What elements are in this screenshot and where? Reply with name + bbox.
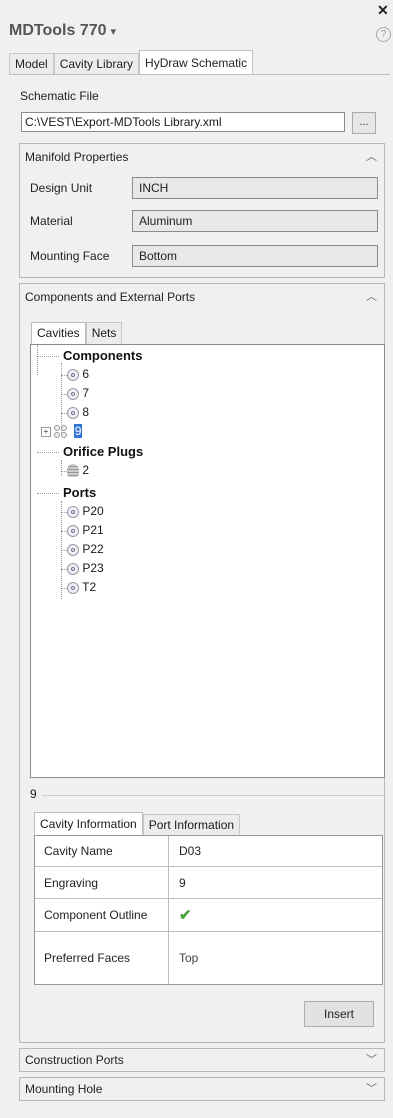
schematic-path-field[interactable]: C:\VEST\Export-MDTools Library.xml — [21, 112, 345, 132]
grid-row: Preferred Faces Top — [35, 932, 382, 984]
construction-ports-panel[interactable]: Construction Ports ﹀ — [19, 1048, 385, 1072]
mounting-hole-header[interactable]: Mounting Hole ﹀ — [20, 1078, 384, 1100]
app-title-text: MDTools 770 — [9, 22, 107, 39]
tree-item-label: P21 — [82, 523, 104, 537]
grid-value[interactable]: D03 — [169, 836, 382, 866]
tree-item-port[interactable]: P21 — [67, 521, 104, 540]
mounting-hole-panel[interactable]: Mounting Hole ﹀ — [19, 1077, 385, 1101]
orifice-plug-icon — [67, 464, 79, 478]
grid-row: Cavity Name D03 — [35, 836, 382, 867]
chevron-down-icon[interactable]: ▾ — [111, 26, 117, 38]
tree-item-component[interactable]: 8 — [67, 403, 89, 422]
tab-divider — [9, 74, 390, 75]
construction-ports-title: Construction Ports — [25, 1053, 124, 1067]
cavity-icon — [67, 406, 79, 419]
chevron-down-icon[interactable]: ﹀ — [366, 1078, 377, 1100]
tree-item-port[interactable]: P22 — [67, 540, 104, 559]
detail-group-line — [42, 795, 385, 796]
grid-label: Cavity Name — [35, 836, 169, 866]
manifold-properties-header[interactable]: Manifold Properties ︿ — [20, 144, 384, 170]
tab-cavity-library[interactable]: Cavity Library — [53, 53, 140, 74]
tree-item-label: P20 — [82, 504, 104, 518]
cavities-nets-tabs: Cavities Nets — [31, 322, 123, 344]
checkmark-icon: ✔ — [179, 907, 192, 924]
help-icon[interactable]: ? — [376, 27, 391, 42]
browse-button[interactable]: ... — [352, 112, 376, 134]
grid-value[interactable]: ✔ — [169, 899, 382, 931]
port-icon — [67, 543, 79, 556]
material-label: Material — [30, 214, 73, 228]
tree-item-component[interactable]: 7 — [67, 384, 89, 403]
tab-model[interactable]: Model — [9, 53, 54, 74]
cavity-info-grid: Cavity Name D03 Engraving 9 Component Ou… — [34, 835, 383, 985]
tab-cavity-information[interactable]: Cavity Information — [34, 812, 143, 836]
tree-group-components[interactable]: Components — [63, 346, 142, 365]
grid-row: Component Outline ✔ — [35, 899, 382, 932]
detail-group-title: 9 — [30, 787, 37, 801]
tree-item-port[interactable]: T2 — [67, 578, 96, 597]
cavity-icon — [67, 368, 79, 381]
mounting-face-field[interactable]: Bottom — [132, 245, 378, 267]
detail-tabs: Cavity Information Port Information — [34, 812, 241, 836]
construction-ports-header[interactable]: Construction Ports ﹀ — [20, 1049, 384, 1071]
grid-row: Engraving 9 — [35, 867, 382, 899]
app-title[interactable]: MDTools 770 ▾ — [9, 22, 116, 40]
mounting-hole-title: Mounting Hole — [25, 1082, 103, 1096]
port-icon — [67, 524, 79, 537]
tab-cavities[interactable]: Cavities — [31, 322, 86, 344]
schematic-file-label: Schematic File — [20, 89, 99, 103]
material-field[interactable]: Aluminum — [132, 210, 378, 232]
components-panel-title: Components and External Ports — [25, 290, 196, 304]
chevron-up-icon[interactable]: ︿ — [366, 144, 377, 170]
tree-item-orifice[interactable]: 2 — [67, 461, 89, 480]
expand-icon[interactable]: + — [41, 426, 51, 437]
components-panel-header[interactable]: Components and External Ports ︿ — [20, 284, 384, 310]
grid-value[interactable]: 9 — [169, 867, 382, 898]
tree-item-label: P22 — [82, 542, 104, 556]
tree-group-orifice-plugs[interactable]: Orifice Plugs — [63, 442, 143, 461]
insert-button[interactable]: Insert — [304, 1001, 374, 1027]
grid-label: Engraving — [35, 867, 169, 898]
tree-item-port[interactable]: P23 — [67, 559, 104, 578]
port-icon — [67, 562, 79, 575]
main-tabs: Model Cavity Library HyDraw Schematic — [9, 50, 254, 75]
tree-item-label: 2 — [82, 463, 90, 477]
chevron-up-icon[interactable]: ︿ — [366, 284, 377, 310]
tree-item-label: 7 — [82, 386, 90, 400]
tree-item-port[interactable]: P20 — [67, 502, 104, 521]
grid-value[interactable]: Top — [169, 932, 382, 984]
chevron-down-icon[interactable]: ﹀ — [366, 1049, 377, 1071]
cavity-tree[interactable]: Components 6 7 8 + 9 Orifice Plugs 2 Por… — [30, 344, 385, 778]
tree-group-ports[interactable]: Ports — [63, 483, 96, 502]
tree-item-label: 6 — [82, 367, 90, 381]
tree-item-component-selected[interactable]: + 9 — [41, 422, 83, 441]
close-icon[interactable]: ✕ — [377, 2, 389, 19]
tab-hydraw-schematic[interactable]: HyDraw Schematic — [139, 50, 254, 74]
multi-cavity-icon — [54, 425, 70, 439]
tree-item-label: 8 — [82, 405, 90, 419]
tree-item-label: 9 — [73, 424, 83, 438]
mounting-face-label: Mounting Face — [30, 249, 110, 263]
design-unit-label: Design Unit — [30, 181, 93, 195]
manifold-properties-title: Manifold Properties — [25, 150, 129, 164]
tab-nets[interactable]: Nets — [85, 322, 123, 344]
port-icon — [67, 505, 79, 518]
tree-item-label: T2 — [82, 580, 97, 594]
tree-item-label: P23 — [82, 561, 104, 575]
tree-item-component[interactable]: 6 — [67, 365, 89, 384]
design-unit-field[interactable]: INCH — [132, 177, 378, 199]
grid-label: Component Outline — [35, 899, 169, 931]
port-icon — [67, 581, 79, 594]
cavity-icon — [67, 387, 79, 400]
grid-label: Preferred Faces — [35, 932, 169, 984]
tab-port-information[interactable]: Port Information — [142, 814, 241, 836]
